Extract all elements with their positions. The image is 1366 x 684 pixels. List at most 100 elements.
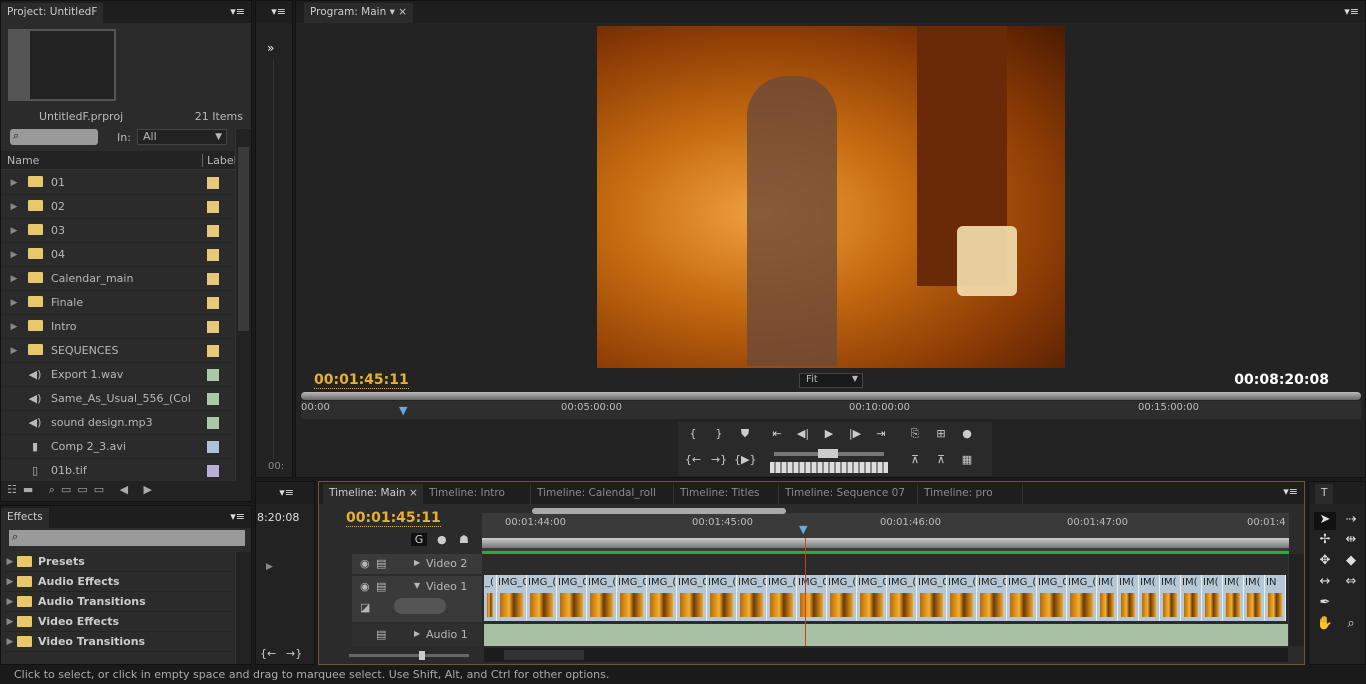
eye-icon[interactable]: ◉ <box>360 580 370 593</box>
tab-timeline[interactable]: Timeline: Main × <box>323 484 423 504</box>
label-swatch[interactable] <box>207 344 219 357</box>
tab-effects[interactable]: Effects <box>1 508 49 528</box>
next-edit-button[interactable]: →} <box>286 647 302 660</box>
project-item[interactable]: ▶ 01 <box>3 171 233 195</box>
rolling-edit-tool[interactable]: ⇹ <box>1340 532 1362 550</box>
label-swatch[interactable] <box>207 224 219 237</box>
video-clip[interactable]: IMG_( <box>827 575 857 621</box>
video-clip[interactable]: IMG_0 <box>497 575 527 621</box>
effects-folder[interactable]: ▶ Presets <box>3 552 233 572</box>
step-back-button[interactable]: ◀| <box>792 427 814 440</box>
timeline-zoom-slider[interactable] <box>349 651 469 660</box>
program-current-timecode[interactable]: 00:01:45:11 <box>314 372 409 389</box>
video-clip[interactable]: IMG_( <box>1007 575 1037 621</box>
video-clip[interactable]: _( <box>484 575 497 621</box>
track-select-tool[interactable]: ⇢ <box>1340 512 1362 530</box>
zoom-dropdown[interactable]: Fit ▼ <box>799 373 863 388</box>
project-scrollbar[interactable] <box>235 129 251 481</box>
video-clip[interactable]: IMG_( <box>767 575 797 621</box>
video-clip[interactable]: IMG_( <box>527 575 557 621</box>
timeline-hscrollbar[interactable] <box>484 648 1288 662</box>
expand-icon[interactable]: ▶ <box>3 178 25 188</box>
go-to-in-button[interactable]: ⇤ <box>766 427 788 440</box>
lock-icon[interactable]: ▤ <box>376 580 386 593</box>
expand-icon[interactable]: ▶ <box>3 577 17 587</box>
video-clip[interactable]: IMG_0 <box>1037 575 1067 621</box>
slip-tool[interactable]: ↔ <box>1314 574 1336 592</box>
video-clip[interactable]: IM( <box>1139 575 1160 621</box>
expand-icon[interactable]: ▶ <box>3 617 17 627</box>
video-clip[interactable]: IMG_( <box>647 575 677 621</box>
tab-program[interactable]: Program: Main ▾ × <box>304 3 413 23</box>
project-item[interactable]: ▮ Comp 2_3.avi <box>3 435 233 459</box>
expand-icon[interactable]: ▶ <box>3 298 25 308</box>
video-clip[interactable]: IMG_( <box>1067 575 1097 621</box>
expand-icon[interactable]: ▶ <box>3 346 25 356</box>
playhead-icon[interactable]: ▼ <box>799 523 807 536</box>
effects-folder[interactable]: ▶ Audio Effects <box>3 572 233 592</box>
go-to-out-button[interactable]: ⇥ <box>870 427 892 440</box>
mark-out-button[interactable]: } <box>708 427 730 440</box>
label-swatch[interactable] <box>207 392 219 405</box>
search-input[interactable]: ⌕ <box>10 129 98 145</box>
speaker-icon[interactable]: ▤ <box>376 628 386 641</box>
video-clip[interactable]: IM( <box>1223 575 1244 621</box>
project-item[interactable]: ▶ Finale <box>3 291 233 315</box>
shuttle-slider[interactable] <box>774 449 884 458</box>
label-swatch[interactable] <box>207 368 219 381</box>
expand-icon[interactable]: ▶ <box>3 274 25 284</box>
project-item[interactable]: ▶ Calendar_main <box>3 267 233 291</box>
selection-tool[interactable]: ➤ <box>1314 512 1336 530</box>
project-item[interactable]: ◀) sound design.mp3 <box>3 411 233 435</box>
tab-timeline[interactable]: Timeline: Sequence 07 <box>779 484 918 504</box>
video-clip[interactable]: IN <box>1265 575 1286 621</box>
label-swatch[interactable] <box>207 200 219 213</box>
video-clip[interactable]: IMG_( <box>707 575 737 621</box>
video-clip[interactable]: IMG_0 <box>737 575 767 621</box>
expand-icon[interactable]: ▶ <box>3 322 25 332</box>
tab-timeline[interactable]: Timeline: Calendal_roll <box>531 484 674 504</box>
label-swatch[interactable] <box>207 440 219 453</box>
video-clip[interactable]: IM( <box>1097 575 1118 621</box>
zoom-scrollbar[interactable] <box>301 392 1361 400</box>
mark-in-button[interactable]: { <box>682 427 704 440</box>
program-ruler[interactable]: 00:00 00:05:00:00 00:10:00:00 00:15:00:0… <box>301 401 1361 419</box>
jog-wheel[interactable] <box>770 462 888 473</box>
razor-tool[interactable]: ◆ <box>1340 553 1362 571</box>
play-button[interactable]: ▶ <box>818 427 840 440</box>
snap-icon[interactable]: G <box>411 533 427 546</box>
panel-menu-icon[interactable]: ▾≡ <box>1344 5 1359 18</box>
effects-scrollbar[interactable] <box>235 552 251 664</box>
label-swatch[interactable] <box>207 296 219 309</box>
effects-folder[interactable]: ▶ Video Transitions <box>3 632 233 652</box>
export-frame-button[interactable]: ▦ <box>956 453 978 466</box>
label-swatch[interactable] <box>207 176 219 189</box>
expand-icon[interactable]: ▶ <box>3 557 17 567</box>
eye-icon[interactable]: ◉ <box>360 557 370 570</box>
work-area-bar[interactable] <box>532 508 786 514</box>
label-swatch[interactable] <box>207 248 219 261</box>
panel-menu-icon[interactable]: ▾≡ <box>1283 485 1298 498</box>
expand-icon[interactable]: ▶ <box>266 562 273 572</box>
expand-icon[interactable]: ▶ <box>3 597 17 607</box>
video-clip[interactable]: IM( <box>1181 575 1202 621</box>
column-name[interactable]: Name <box>7 154 39 167</box>
effects-folder[interactable]: ▶ Audio Transitions <box>3 592 233 612</box>
timeline-ruler[interactable]: 00:01:44:00 00:01:45:00 00:01:46:00 00:0… <box>482 508 1289 554</box>
expand-icon[interactable]: ▶ <box>3 202 25 212</box>
project-item[interactable]: ▶ Intro <box>3 315 233 339</box>
hand-tool[interactable]: ✋ <box>1314 616 1336 634</box>
video-clip[interactable]: IMG_0 <box>677 575 707 621</box>
panel-menu-icon[interactable]: ▾≡ <box>271 5 286 18</box>
video-clip[interactable]: IMG_( <box>947 575 977 621</box>
mini-scrollbar[interactable] <box>273 59 291 459</box>
unnumbered-marker-icon[interactable]: ☗ <box>459 533 469 546</box>
video-clip[interactable]: IMG_0 <box>617 575 647 621</box>
video-clip[interactable]: IMG_0 <box>557 575 587 621</box>
keyframe-icon[interactable]: ◪ <box>360 601 370 614</box>
video-clip[interactable]: IM( <box>1202 575 1223 621</box>
video-clip[interactable]: IMG_( <box>887 575 917 621</box>
project-item[interactable]: ▶ SEQUENCES <box>3 339 233 363</box>
project-item[interactable]: ◀) Export 1.wav <box>3 363 233 387</box>
expand-icon[interactable]: ▶ <box>3 637 17 647</box>
